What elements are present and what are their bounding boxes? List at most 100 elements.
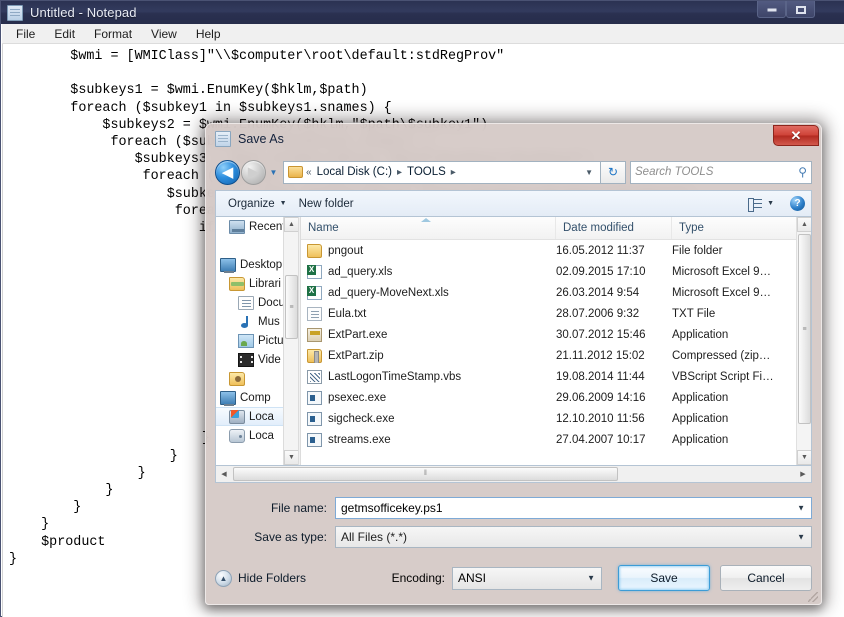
chevron-down-icon: ▼ (801, 454, 808, 461)
dialog-footer: ▲ Hide Folders Encoding: ANSI ▼ Save Can… (215, 564, 812, 592)
folder-icon (307, 243, 322, 258)
file-list-row[interactable]: pngout 16.05.2012 11:37 File folder (301, 240, 811, 261)
file-name-cell: Eula.txt (301, 306, 556, 321)
menu-edit[interactable]: Edit (46, 25, 83, 43)
filename-input[interactable]: getmsofficekey.ps1 ▼ (335, 497, 812, 519)
menu-help[interactable]: Help (188, 25, 229, 43)
new-folder-button[interactable]: New folder (293, 198, 360, 210)
scroll-right-button[interactable]: ▶ (795, 467, 811, 482)
dialog-titlebar[interactable]: Save As ✕ (206, 124, 821, 154)
chevron-down-icon[interactable]: ▼ (797, 504, 805, 513)
refresh-button[interactable]: ↻ (600, 160, 626, 184)
vbs-file-icon (307, 369, 322, 384)
file-type-cell: VBScript Script Fi… (672, 370, 774, 383)
notepad-title: Untitled - Notepad (30, 5, 137, 20)
column-header-name[interactable]: Name (301, 217, 556, 239)
savetype-label: Save as type: (254, 530, 327, 544)
scroll-up-button[interactable]: ▲ (797, 217, 811, 232)
dialog-navigation-bar: ◀ ▶ ▼ « Local Disk (C:) ▸ TOOLS ▸ ▼ ↻ Se… (206, 154, 821, 190)
hscrollbar-thumb[interactable]: ‖ (233, 466, 618, 481)
menu-format[interactable]: Format (86, 25, 140, 43)
scroll-up-button[interactable]: ▲ (284, 217, 298, 232)
hscrollbar-track[interactable]: ‖ (232, 466, 795, 482)
minimize-button[interactable] (757, 1, 786, 18)
encoding-select[interactable]: ANSI ▼ (452, 566, 602, 590)
column-header-date-modified[interactable]: Date modified (556, 217, 672, 239)
file-name-cell: sigcheck.exe (301, 411, 556, 426)
desktop-icon (220, 257, 236, 273)
file-list-row[interactable]: sigcheck.exe 12.10.2010 11:56 Application (301, 408, 811, 429)
notepad-titlebar[interactable]: Untitled - Notepad (1, 1, 844, 24)
filename-label: File name: (270, 501, 327, 515)
back-button[interactable]: ◀ (215, 159, 240, 185)
file-list-row[interactable]: streams.exe 27.04.2007 10:17 Application (301, 429, 811, 450)
save-as-dialog: Save As ✕ ◀ ▶ ▼ « Local Disk (C:) ▸ TOOL… (205, 123, 822, 605)
file-list-row[interactable]: ad_query.xls 02.09.2015 17:10 Microsoft Ex… (301, 261, 811, 282)
music-icon (238, 315, 254, 329)
file-date-cell: 28.07.2006 9:32 (556, 307, 640, 320)
scroll-down-button[interactable]: ▼ (797, 450, 811, 465)
file-list-row[interactable]: LastLogonTimeStamp.vbs 19.08.2014 11:44 VB… (301, 366, 811, 387)
chevron-down-icon[interactable]: ▼ (587, 574, 595, 583)
navigation-scrollbar[interactable]: ▲ ≡ ▼ (283, 217, 298, 465)
cancel-button[interactable]: Cancel (720, 565, 812, 591)
navigation-pane[interactable]: Recent Desktop Librari Docu Mus Pictu Vide Comp… (216, 217, 298, 465)
file-type-cell: TXT File (672, 307, 716, 320)
file-list-row[interactable]: Eula.txt 28.07.2006 9:32 TXT File (301, 303, 811, 324)
notepad-icon (7, 5, 23, 21)
file-list-scrollbar[interactable]: ▲ ≡ ▼ (796, 217, 811, 465)
scrollbar-thumb[interactable]: ≡ (285, 275, 298, 339)
column-header-type[interactable]: Type (672, 217, 811, 239)
file-list-row[interactable]: ExtPart.zip 21.11.2012 15:02 Compressed (z… (301, 345, 811, 366)
nav-item-label: Loca (249, 410, 274, 423)
file-list-row[interactable]: ad_query-MoveNext.xls 26.03.2014 9:54 Micr… (301, 282, 811, 303)
breadcrumb-overflow-icon[interactable]: « (306, 167, 312, 178)
change-view-button[interactable]: ▼ (742, 197, 780, 212)
help-icon[interactable]: ? (790, 196, 805, 211)
nav-item-label: Docu (258, 296, 285, 309)
hide-folders-button[interactable]: ▲ Hide Folders (215, 569, 306, 587)
breadcrumb-segment-tools[interactable]: TOOLS (407, 166, 446, 178)
file-list-row[interactable]: ExtPart.exe 30.07.2012 15:46 Application (301, 324, 811, 345)
savetype-value: All Files (*.*) (341, 530, 408, 544)
scrollbar-thumb[interactable]: ≡ (798, 234, 811, 424)
chevron-down-icon[interactable]: ▼ (797, 533, 805, 542)
chevron-down-icon[interactable]: ▼ (585, 168, 600, 177)
menu-file[interactable]: File (8, 25, 43, 43)
breadcrumb[interactable]: « Local Disk (C:) ▸ TOOLS ▸ ▼ (283, 160, 600, 184)
encoding-value: ANSI (458, 571, 487, 585)
view-layout-icon (748, 197, 763, 212)
breadcrumb-segment-local-disk[interactable]: Local Disk (C:) (317, 166, 392, 178)
file-list-row[interactable]: psexec.exe 29.06.2009 14:16 Application (301, 387, 811, 408)
save-button[interactable]: Save (618, 565, 710, 591)
save-as-type-select[interactable]: All Files (*.*) ▼ (335, 526, 812, 548)
resize-grip[interactable] (808, 592, 818, 602)
close-button[interactable]: ✕ (773, 125, 819, 146)
nav-item-label: Librari (249, 277, 281, 290)
chevron-down-icon: ▼ (288, 454, 295, 461)
scroll-left-button[interactable]: ◀ (216, 467, 232, 482)
search-input[interactable]: Search TOOLS ⚲ (630, 160, 812, 184)
grip-icon: ‖ (424, 470, 427, 477)
forward-button[interactable]: ▶ (241, 159, 266, 185)
file-name-label: ad_query.xls (328, 265, 393, 278)
file-name-cell: ad_query-MoveNext.xls (301, 285, 556, 300)
excel-file-icon (307, 264, 322, 279)
file-name-label: ExtPart.zip (328, 349, 384, 362)
file-type-cell: Compressed (zip… (672, 349, 771, 362)
recent-locations-button[interactable]: ▼ (267, 168, 280, 177)
menu-view[interactable]: View (143, 25, 185, 43)
organize-button[interactable]: Organize ▼ (222, 198, 293, 210)
maximize-button[interactable] (786, 1, 815, 18)
search-icon: ⚲ (798, 165, 807, 179)
breadcrumb-separator-icon-2: ▸ (450, 166, 456, 178)
nav-item-label: Loca (249, 429, 274, 442)
back-arrow-icon: ◀ (221, 164, 234, 181)
maximize-icon (795, 5, 806, 14)
scroll-down-button[interactable]: ▼ (284, 450, 298, 465)
file-name-label: ExtPart.exe (328, 328, 388, 341)
file-list-pane[interactable]: Name Date modified Type pngout 16.05.2012… (301, 217, 811, 465)
grip-icon: ≡ (802, 325, 807, 333)
cancel-label: Cancel (747, 571, 785, 585)
file-list-horizontal-scrollbar[interactable]: ◀ ‖ ▶ (215, 466, 812, 483)
